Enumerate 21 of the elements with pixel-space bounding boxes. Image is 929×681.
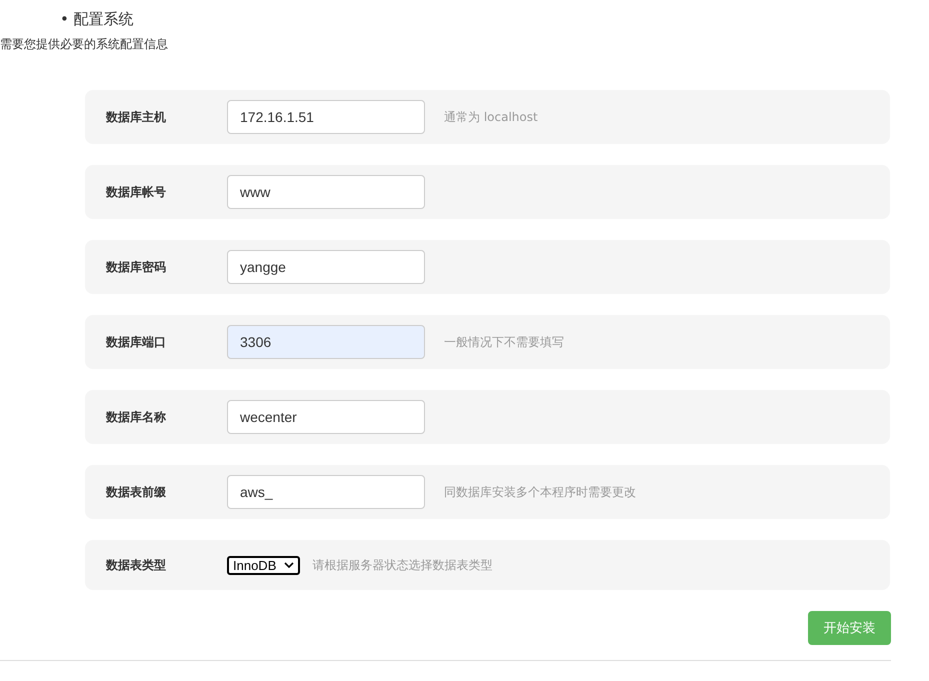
input-field[interactable]: 172.16.1.51 <box>227 100 425 134</box>
input-field[interactable]: 3306 <box>227 325 425 359</box>
field-hint: 一般情况下不需要填写 <box>444 334 564 350</box>
field-hint: 通常为 localhost <box>444 108 538 126</box>
caret-icon <box>284 562 294 568</box>
input-field[interactable]: www <box>227 175 425 209</box>
section-title: • 配置系统 <box>60 9 134 29</box>
field-label: 数据库主机 <box>106 108 167 126</box>
field-label: 数据表类型 <box>106 556 167 574</box>
field-hint: 同数据库安装多个本程序时需要更改 <box>444 484 636 500</box>
field-label: 数据库名称 <box>106 408 167 426</box>
field-label: 数据库密码 <box>106 258 167 276</box>
input-field[interactable]: aws_ <box>227 475 425 509</box>
section-description: 需要您提供必要的系统配置信息 <box>0 36 168 53</box>
field-label: 数据库端口 <box>106 334 167 350</box>
field-label: 数据表前缀 <box>106 484 167 500</box>
field-hint: 请根据服务器状态选择数据表类型 <box>312 556 492 574</box>
field-label: 数据库帐号 <box>106 184 167 200</box>
table-type-select[interactable]: InnoDB <box>227 556 300 574</box>
input-field[interactable]: yangge <box>227 250 425 284</box>
input-field[interactable]: wecenter <box>227 400 425 434</box>
